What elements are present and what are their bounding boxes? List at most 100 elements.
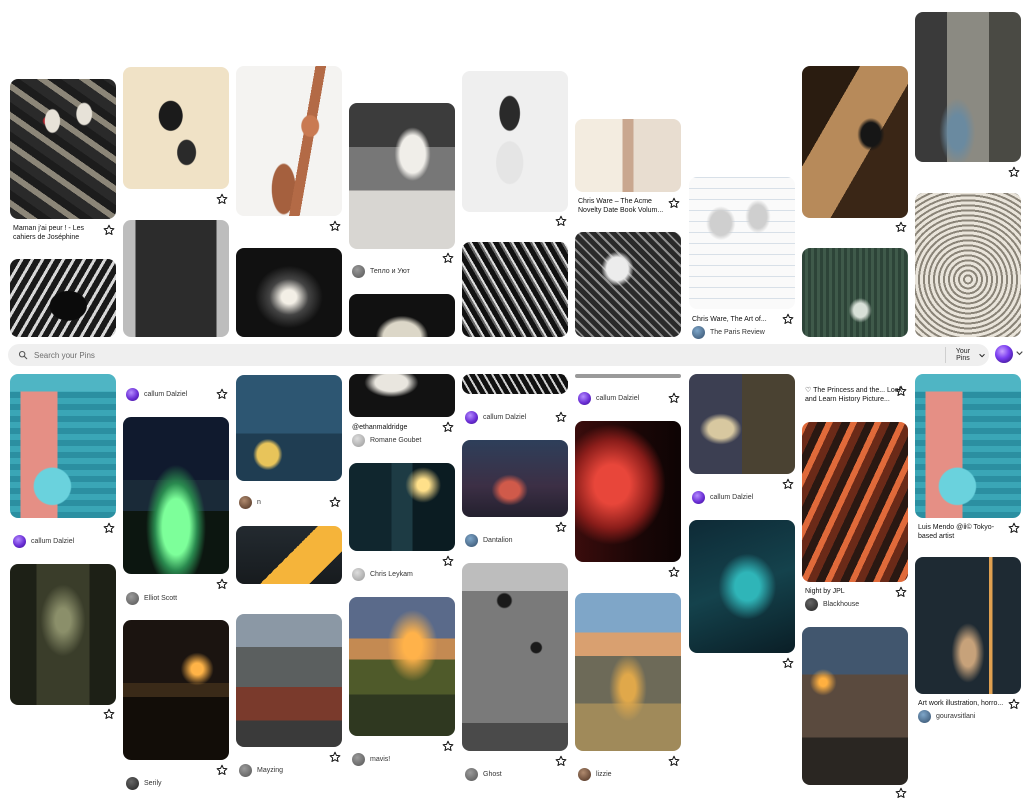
pin-user[interactable]: callum Dalziel bbox=[692, 491, 753, 504]
save-pin-icon[interactable] bbox=[555, 755, 567, 767]
pin-user[interactable]: Mayzing bbox=[239, 764, 283, 777]
pin-image[interactable] bbox=[349, 103, 455, 249]
pin-user[interactable]: callum Dalziel bbox=[13, 535, 74, 548]
pin-user[interactable]: callum Dalziel bbox=[578, 392, 639, 405]
pin-user[interactable]: n bbox=[239, 496, 261, 509]
chevron-down-icon[interactable] bbox=[1016, 350, 1023, 356]
pin-image[interactable] bbox=[462, 71, 568, 212]
pin-user[interactable]: Тепло и Уют bbox=[352, 265, 410, 278]
pin-image[interactable] bbox=[689, 177, 795, 309]
pin-image[interactable] bbox=[802, 627, 908, 785]
save-pin-icon[interactable] bbox=[668, 197, 680, 209]
pin-image[interactable] bbox=[575, 421, 681, 562]
save-pin-icon[interactable] bbox=[216, 764, 228, 776]
pin-image[interactable] bbox=[349, 597, 455, 736]
search-input[interactable] bbox=[34, 346, 534, 364]
pin-image[interactable] bbox=[349, 374, 455, 417]
pin-user[interactable]: Serily bbox=[126, 777, 162, 790]
avatar bbox=[239, 496, 252, 509]
save-pin-icon[interactable] bbox=[782, 657, 794, 669]
pin-image[interactable] bbox=[10, 564, 116, 705]
pin-image[interactable] bbox=[462, 563, 568, 751]
pin-image[interactable] bbox=[236, 375, 342, 481]
save-pin-icon[interactable] bbox=[103, 708, 115, 720]
pin-image[interactable] bbox=[575, 232, 681, 337]
pin-user[interactable]: lizzie bbox=[578, 768, 612, 781]
pin-image[interactable] bbox=[915, 193, 1021, 337]
save-pin-icon[interactable] bbox=[668, 392, 680, 404]
pin-user[interactable]: Romane Goubet bbox=[352, 434, 421, 447]
pin-image[interactable] bbox=[10, 259, 116, 337]
search-field[interactable]: Your Pins bbox=[8, 344, 989, 366]
save-pin-icon[interactable] bbox=[668, 566, 680, 578]
pin-image[interactable] bbox=[575, 374, 681, 378]
save-pin-icon[interactable] bbox=[216, 388, 228, 400]
pin-image[interactable] bbox=[575, 593, 681, 751]
pin-image[interactable] bbox=[915, 12, 1021, 162]
save-pin-icon[interactable] bbox=[103, 224, 115, 236]
pin-image[interactable] bbox=[462, 440, 568, 517]
save-pin-icon[interactable] bbox=[555, 521, 567, 533]
save-pin-icon[interactable] bbox=[782, 478, 794, 490]
pin-title: Luis Mendo @ⅱ© Tokyo-based artist bbox=[918, 524, 995, 540]
pin-image[interactable] bbox=[10, 374, 116, 518]
avatar bbox=[13, 535, 26, 548]
save-pin-icon[interactable] bbox=[555, 411, 567, 423]
search-scope-dropdown[interactable]: Your Pins bbox=[945, 347, 989, 363]
pin-user[interactable]: Elliot Scott bbox=[126, 592, 177, 605]
save-pin-icon[interactable] bbox=[442, 421, 454, 433]
save-pin-icon[interactable] bbox=[103, 522, 115, 534]
save-pin-icon[interactable] bbox=[329, 751, 341, 763]
save-pin-icon[interactable] bbox=[442, 555, 454, 567]
save-pin-icon[interactable] bbox=[442, 252, 454, 264]
save-pin-icon[interactable] bbox=[1008, 166, 1020, 178]
pin-image[interactable] bbox=[575, 119, 681, 192]
pin-image[interactable] bbox=[236, 66, 342, 216]
save-pin-icon[interactable] bbox=[895, 385, 907, 397]
save-pin-icon[interactable] bbox=[216, 578, 228, 590]
pin-image[interactable] bbox=[236, 614, 342, 747]
pin-image[interactable] bbox=[462, 242, 568, 337]
pin-image[interactable] bbox=[915, 557, 1021, 694]
save-pin-icon[interactable] bbox=[782, 313, 794, 325]
pin-user[interactable]: Ghost bbox=[465, 768, 502, 781]
pin-image[interactable] bbox=[802, 248, 908, 337]
save-pin-icon[interactable] bbox=[555, 215, 567, 227]
pin-image[interactable] bbox=[123, 417, 229, 574]
pin-image[interactable] bbox=[123, 220, 229, 337]
save-pin-icon[interactable] bbox=[442, 740, 454, 752]
pin-image[interactable] bbox=[915, 374, 1021, 518]
pin-user[interactable]: Dantalion bbox=[465, 534, 513, 547]
save-pin-icon[interactable] bbox=[895, 586, 907, 598]
avatar bbox=[692, 491, 705, 504]
pin-image[interactable] bbox=[236, 526, 342, 584]
pin-user[interactable]: callum Dalziel bbox=[465, 411, 526, 424]
pin-image[interactable] bbox=[123, 67, 229, 189]
save-pin-icon[interactable] bbox=[1008, 698, 1020, 710]
save-pin-icon[interactable] bbox=[216, 193, 228, 205]
pin-image[interactable] bbox=[462, 374, 568, 394]
pin-image[interactable] bbox=[349, 294, 455, 337]
save-pin-icon[interactable] bbox=[329, 496, 341, 508]
pin-user[interactable]: The Paris Review bbox=[692, 326, 765, 339]
save-pin-icon[interactable] bbox=[895, 787, 907, 799]
pin-user[interactable]: Blackhouse bbox=[805, 598, 859, 611]
pin-title: @ethanmaldridge bbox=[352, 424, 408, 431]
save-pin-icon[interactable] bbox=[1008, 522, 1020, 534]
pin-image[interactable] bbox=[349, 463, 455, 551]
pin-user[interactable]: Chris Leykam bbox=[352, 568, 413, 581]
pin-image[interactable] bbox=[689, 520, 795, 653]
pin-image[interactable] bbox=[802, 66, 908, 218]
pin-image[interactable] bbox=[689, 374, 795, 474]
pin-image[interactable] bbox=[802, 422, 908, 582]
save-pin-icon[interactable] bbox=[668, 755, 680, 767]
pin-image[interactable] bbox=[10, 79, 116, 219]
pin-user[interactable]: callum Dalziel bbox=[126, 388, 187, 401]
pin-user[interactable]: gouravsitlani bbox=[918, 710, 975, 723]
pin-user[interactable]: mavis! bbox=[352, 753, 390, 766]
save-pin-icon[interactable] bbox=[895, 221, 907, 233]
save-pin-icon[interactable] bbox=[329, 220, 341, 232]
user-avatar[interactable] bbox=[995, 345, 1013, 363]
pin-image[interactable] bbox=[123, 620, 229, 760]
pin-image[interactable] bbox=[236, 248, 342, 337]
